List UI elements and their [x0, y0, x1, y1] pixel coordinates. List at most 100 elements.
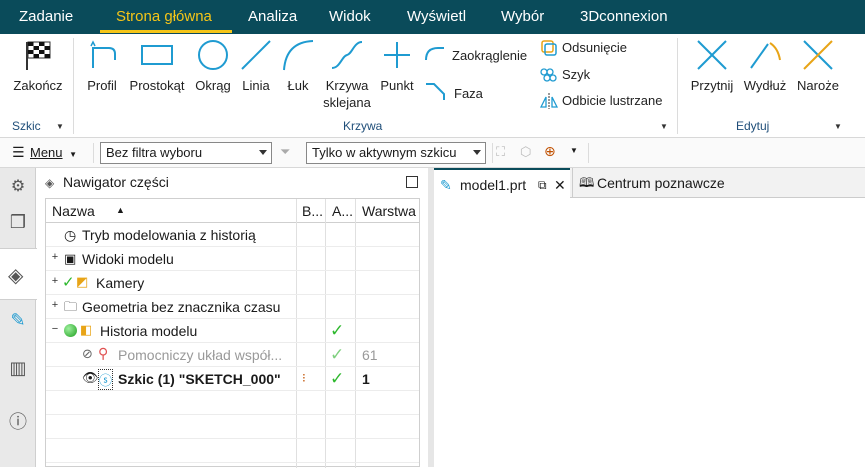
- tab-model1-label: model1.prt: [460, 177, 527, 193]
- offset-button[interactable]: Odsunięcie: [541, 40, 627, 56]
- snap-dropdown-icon[interactable]: ▼: [570, 146, 578, 155]
- tab-learning-center-label: Centrum poznawcze: [597, 175, 725, 191]
- chamfer-button[interactable]: Faza: [426, 83, 483, 101]
- trim-button[interactable]: Przytnij: [688, 38, 736, 93]
- rectangle-icon: [141, 45, 173, 65]
- select-feature-icon[interactable]: ⛶: [496, 144, 505, 160]
- tree-row[interactable]: + 🗀 Geometria bez znacznika czasu: [46, 295, 419, 319]
- expand-icon[interactable]: +: [50, 276, 60, 287]
- edit-group-menu-icon[interactable]: ▼: [834, 122, 842, 131]
- circle-icon: [198, 40, 228, 70]
- checkered-flag-icon: [26, 41, 51, 70]
- curve-group-menu-icon[interactable]: ▼: [660, 122, 668, 131]
- navigator-title: Nawigator części: [63, 174, 169, 190]
- column-header-a[interactable]: A...: [332, 203, 353, 219]
- column-header-b[interactable]: B...: [302, 203, 323, 219]
- line-button[interactable]: Linia: [238, 38, 274, 93]
- tab-wyswietl[interactable]: Wyświetl: [407, 0, 466, 34]
- spline-icon: [331, 41, 363, 69]
- extend-button[interactable]: Wydłuż: [740, 38, 790, 93]
- corner-icon: [803, 40, 833, 70]
- pattern-label: Szyk: [562, 67, 591, 82]
- spline-button[interactable]: Krzywa sklejana: [320, 38, 374, 110]
- layer-value: 61: [362, 347, 378, 363]
- layer-value: 1: [362, 371, 370, 387]
- column-header-layer[interactable]: Warstwa: [362, 203, 416, 219]
- selection-scope-dropdown[interactable]: Tylko w aktywnym szkicu: [306, 142, 486, 164]
- rectangle-label: Prostokąt: [129, 78, 185, 93]
- toolbar-separator: [492, 143, 493, 163]
- graphics-window[interactable]: [434, 198, 865, 467]
- tree-row[interactable]: − ◧ Historia modelu ✓: [46, 319, 419, 343]
- tab-widok[interactable]: Widok: [329, 0, 371, 34]
- popout-icon[interactable]: ⧉: [538, 170, 547, 200]
- tab-model1[interactable]: ✎ model1.prt ⧉ ✕: [434, 168, 570, 198]
- tab-learning-center[interactable]: 🕮 Centrum poznawcze: [572, 168, 752, 198]
- mirror-label: Odbicie lustrzane: [562, 93, 663, 108]
- group-separator: [677, 38, 678, 134]
- pattern-button[interactable]: Szyk: [540, 67, 591, 82]
- expand-icon[interactable]: +: [50, 252, 60, 263]
- tree-row-empty: [46, 415, 419, 439]
- profile-button[interactable]: Profil: [82, 38, 122, 93]
- collapse-icon[interactable]: −: [50, 324, 60, 335]
- close-icon[interactable]: ✕: [554, 170, 566, 200]
- tree-row[interactable]: ⊘ ⚲ Pomocniczy układ współ... ✓ 61: [46, 343, 419, 367]
- fillet-button[interactable]: Zaokrąglenie: [425, 47, 527, 63]
- circle-button[interactable]: Okrąg: [192, 38, 234, 93]
- maximize-icon[interactable]: [406, 176, 418, 188]
- corner-label: Naroże: [797, 78, 839, 93]
- select-body-icon[interactable]: ⬡: [520, 144, 531, 160]
- visible-eye-icon[interactable]: 👁: [82, 370, 99, 386]
- document-tab-bar: ✎ model1.prt ⧉ ✕ 🕮 Centrum poznawcze: [434, 168, 865, 198]
- info-icon[interactable]: ⓘ: [4, 408, 32, 436]
- extend-label: Wydłuż: [743, 78, 787, 93]
- toolbar-separator: [588, 143, 589, 163]
- assembly-navigator-icon[interactable]: ❒: [4, 212, 32, 240]
- reuse-library-icon[interactable]: ▥: [4, 358, 32, 386]
- tab-zadanie[interactable]: Zadanie: [19, 0, 73, 34]
- sketch-group-menu-icon[interactable]: ▼: [56, 122, 64, 131]
- selection-filter-dropdown[interactable]: Bez filtra wyboru: [100, 142, 272, 164]
- hamburger-icon[interactable]: ☰: [12, 144, 25, 161]
- expand-icon[interactable]: +: [50, 300, 60, 311]
- column-header-name[interactable]: Nazwa: [52, 203, 95, 219]
- filter-reset-icon[interactable]: ⏷: [280, 144, 290, 160]
- tab-strona-glowna[interactable]: Strona główna: [116, 0, 212, 34]
- trim-label: Przytnij: [690, 78, 734, 93]
- arc-label: Łuk: [287, 78, 309, 93]
- group-label-curve: Krzywa: [343, 119, 383, 133]
- finish-sketch-button[interactable]: Zakończ: [10, 38, 66, 93]
- chevron-down-icon: [473, 150, 481, 155]
- ribbon-tab-bar: Zadanie Strona główna Analiza Widok Wyśw…: [0, 0, 865, 34]
- visible-check-icon[interactable]: ✓: [62, 273, 75, 291]
- tree-row[interactable]: ◷ Tryb modelowania z historią: [46, 223, 419, 247]
- ribbon: Zakończ Szkic ▼ Profil Prostokąt Okrąg L…: [0, 34, 865, 138]
- hidden-eye-icon[interactable]: ⊘: [82, 346, 93, 362]
- sketch-doc-icon: ✎: [440, 177, 452, 193]
- circle-label: Okrąg: [195, 78, 231, 93]
- tab-wybor[interactable]: Wybór: [501, 0, 544, 34]
- part-navigator-tab[interactable]: ◈: [0, 248, 37, 300]
- point-button[interactable]: Punkt: [377, 38, 417, 93]
- tab-3dconnexion[interactable]: 3Dconnexion: [580, 0, 668, 34]
- mirror-button[interactable]: Odbicie lustrzane: [540, 93, 663, 109]
- tree-row-label: Szkic (1) "SKETCH_000": [118, 371, 281, 387]
- sort-ascending-icon[interactable]: ▲: [116, 205, 125, 215]
- snap-point-icon[interactable]: ⊕: [544, 143, 556, 160]
- arc-button[interactable]: Łuk: [280, 38, 316, 93]
- tree-row[interactable]: + ✓ ◩ Kamery: [46, 271, 419, 295]
- tab-analiza[interactable]: Analiza: [248, 0, 297, 34]
- profile-label: Profil: [87, 78, 117, 93]
- rectangle-button[interactable]: Prostokąt: [126, 38, 188, 93]
- settings-gear-icon[interactable]: ⚙: [4, 176, 32, 204]
- part-navigator-icon: ◈: [8, 265, 24, 287]
- line-label: Linia: [242, 78, 270, 93]
- arc-icon: [283, 40, 314, 71]
- tree-row[interactable]: 👁 ⓢ Szkic (1) "SKETCH_000" ⁝ ✓ 1: [46, 367, 419, 391]
- tree-row[interactable]: + ▣ Widoki modelu: [46, 247, 419, 271]
- folder-icon: 🗀: [64, 299, 78, 314]
- corner-button[interactable]: Naroże: [794, 38, 842, 93]
- sketch-navigator-icon[interactable]: ✎: [4, 310, 32, 338]
- menu-button[interactable]: Menu ▼: [30, 145, 77, 160]
